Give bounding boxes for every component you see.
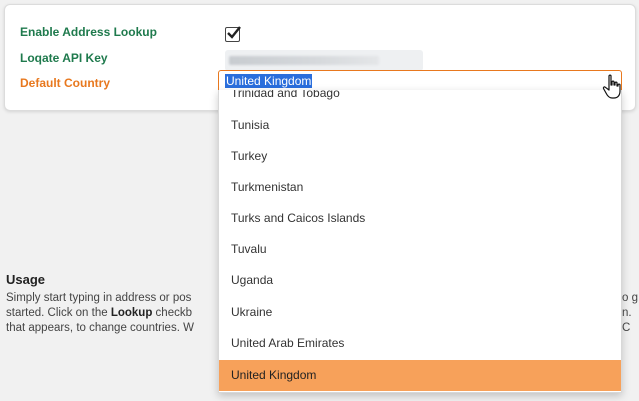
option-tunisia[interactable]: Tunisia [219, 110, 621, 141]
usage-description: Simply start typing in address or pos st… [6, 291, 632, 336]
default-country-label: Default Country [20, 76, 110, 90]
lookup-bold-text: Lookup [110, 307, 153, 319]
usage-line-2-end: checkb [152, 307, 192, 319]
redacted-key-value [229, 56, 379, 65]
usage-heading: Usage [6, 272, 46, 287]
option-turkmenistan[interactable]: Turkmenistan [219, 172, 621, 203]
enable-address-lookup-label: Enable Address Lookup [20, 25, 157, 39]
usage-line-3: that appears, to change countries. W [6, 322, 194, 334]
usage-line-2-tail: n. C [622, 307, 632, 334]
option-turkey[interactable]: Turkey [219, 141, 621, 172]
api-key-input[interactable] [225, 50, 423, 71]
api-key-label: Loqate API Key [20, 51, 108, 65]
usage-line-2-start: started. Click on the [6, 307, 111, 319]
usage-line-1-tail: o g [622, 292, 638, 304]
hand-pointer-icon [602, 74, 621, 99]
option-turks-and-caicos[interactable]: Turks and Caicos Islands [219, 203, 621, 234]
option-trinidad-and-tobago[interactable]: Trinidad and Tobago [219, 90, 621, 109]
usage-line-2: started. Click on the Lookup checkb [6, 306, 632, 321]
selected-country-text: United Kingdom [225, 74, 313, 88]
enable-address-lookup-checkbox[interactable] [225, 26, 241, 42]
country-dropdown-list[interactable]: Trinidad and Tobago Tunisia Turkey Turkm… [218, 90, 622, 393]
usage-line-1: Simply start typing in address or pos [6, 292, 192, 304]
option-tuvalu[interactable]: Tuvalu [219, 234, 621, 265]
option-united-kingdom[interactable]: United Kingdom [219, 360, 621, 391]
checkmark-icon [227, 26, 241, 39]
